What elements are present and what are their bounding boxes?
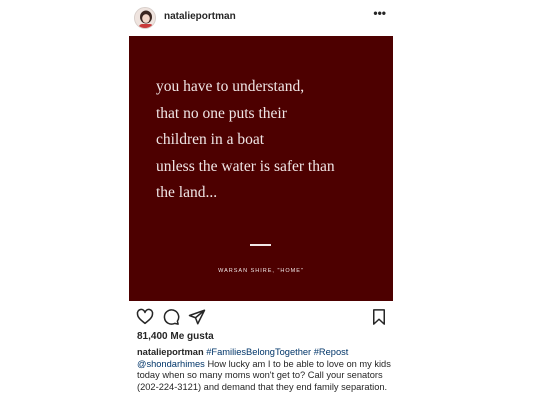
avatar-image: [135, 8, 155, 28]
action-bar: [128, 305, 394, 327]
bookmark-icon[interactable]: [370, 308, 388, 326]
mention-link[interactable]: @shondarhimes: [137, 359, 205, 369]
hashtag-link[interactable]: #Repost: [314, 347, 349, 357]
quote-divider: [250, 244, 271, 246]
like-count[interactable]: 81,400 Me gusta: [137, 331, 214, 342]
post-image[interactable]: you have to understand, that no one puts…: [129, 36, 393, 301]
quote-text: you have to understand, that no one puts…: [156, 78, 335, 201]
more-options-icon[interactable]: •••: [373, 6, 386, 20]
post-header: natalieportman •••: [128, 0, 394, 36]
comment-icon[interactable]: [162, 308, 180, 326]
avatar[interactable]: [134, 7, 156, 29]
post-caption: natalieportman #FamiliesBelongTogether #…: [137, 347, 392, 393]
send-icon[interactable]: [188, 308, 206, 326]
post-username[interactable]: natalieportman: [164, 11, 236, 22]
quote-credit: WARSAN SHIRE, "HOME": [218, 268, 304, 274]
caption-username[interactable]: natalieportman: [137, 347, 204, 357]
heart-icon[interactable]: [136, 308, 154, 326]
hashtag-link[interactable]: #FamiliesBelongTogether: [206, 347, 311, 357]
instagram-post: natalieportman ••• you have to understan…: [128, 0, 394, 400]
